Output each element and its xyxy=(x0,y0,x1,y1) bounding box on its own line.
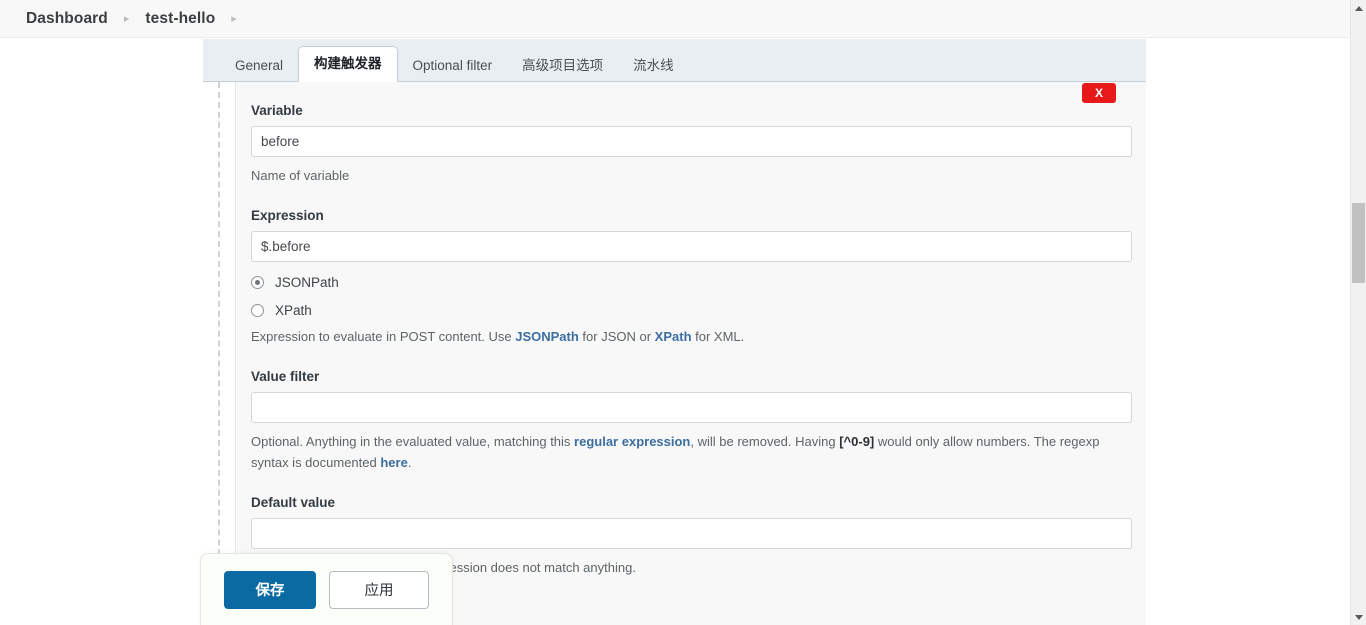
xpath-link[interactable]: XPath xyxy=(655,329,692,344)
breadcrumb-separator-icon: ▸ xyxy=(123,13,130,25)
tab-build-triggers[interactable]: 构建触发器 xyxy=(298,46,398,82)
value-filter-help-part2: , will be removed. Having xyxy=(690,434,840,449)
expression-input[interactable] xyxy=(251,231,1132,262)
field-expression: Expression JSONPath XPath Expression to … xyxy=(251,208,1132,347)
radio-jsonpath-dot[interactable] xyxy=(251,276,264,289)
expression-label: Expression xyxy=(251,208,324,223)
page-scrollbar[interactable] xyxy=(1350,0,1366,625)
post-content-parameter-form: X Variable Name of variable Expression J… xyxy=(235,82,1146,625)
expression-help-prefix: Expression to evaluate in POST content. … xyxy=(251,329,516,344)
expression-help-text: Expression to evaluate in POST content. … xyxy=(251,326,1132,347)
value-filter-help-part4: . xyxy=(407,455,412,470)
scrollbar-thumb[interactable] xyxy=(1352,203,1365,283)
here-link[interactable]: here xyxy=(380,455,407,470)
variable-help-text: Name of variable xyxy=(251,168,350,183)
value-filter-help-text: Optional. Anything in the evaluated valu… xyxy=(251,431,1132,473)
tab-optional-filter[interactable]: Optional filter xyxy=(398,49,508,82)
expression-help-suffix: for XML. xyxy=(691,329,745,344)
field-variable: Variable Name of variable xyxy=(251,82,1132,186)
value-filter-label: Value filter xyxy=(251,369,320,384)
radio-jsonpath[interactable]: JSONPath xyxy=(251,275,1132,290)
save-button[interactable]: 保存 xyxy=(224,570,316,609)
scroll-down-icon[interactable] xyxy=(1351,609,1366,625)
breadcrumb: Dashboard ▸ test-hello ▸ xyxy=(0,0,1350,38)
radio-xpath[interactable]: XPath xyxy=(251,303,1132,318)
radio-jsonpath-label: JSONPath xyxy=(275,275,339,290)
tab-advanced-project-options[interactable]: 高级项目选项 xyxy=(507,49,618,82)
regular-expression-link[interactable]: regular expression xyxy=(574,434,690,449)
default-value-label: Default value xyxy=(251,495,336,510)
repeatable-group-rail xyxy=(218,82,220,625)
app-root: Dashboard ▸ test-hello ▸ General 构建触发器 O… xyxy=(0,0,1366,625)
tab-pipeline[interactable]: 流水线 xyxy=(618,49,689,82)
breadcrumb-separator-icon-2: ▸ xyxy=(231,13,237,25)
tab-general[interactable]: General xyxy=(220,49,298,82)
scroll-up-icon[interactable] xyxy=(1351,0,1366,16)
config-panel: X Variable Name of variable Expression J… xyxy=(203,82,1146,625)
breadcrumb-item-dashboard[interactable]: Dashboard xyxy=(26,10,108,28)
config-tab-bar: General 构建触发器 Optional filter 高级项目选项 流水线 xyxy=(203,39,1146,82)
expression-help-middle: for JSON or xyxy=(578,329,655,344)
value-filter-help-part1: Optional. Anything in the evaluated valu… xyxy=(251,434,575,449)
radio-xpath-dot[interactable] xyxy=(251,304,264,317)
breadcrumb-item-job[interactable]: test-hello xyxy=(145,10,215,28)
variable-input[interactable] xyxy=(251,126,1132,157)
value-filter-input[interactable] xyxy=(251,392,1132,423)
radio-xpath-label: XPath xyxy=(275,303,312,318)
apply-button[interactable]: 应用 xyxy=(329,570,429,609)
value-filter-help-bold: [^0-9] xyxy=(839,434,875,449)
delete-parameter-button[interactable]: X xyxy=(1082,83,1116,103)
floating-save-bar: 保存 应用 xyxy=(200,553,453,625)
variable-label: Variable xyxy=(251,103,303,118)
default-value-input[interactable] xyxy=(251,518,1132,549)
jsonpath-link[interactable]: JSONPath xyxy=(515,329,579,344)
field-value-filter: Value filter Optional. Anything in the e… xyxy=(251,369,1132,473)
